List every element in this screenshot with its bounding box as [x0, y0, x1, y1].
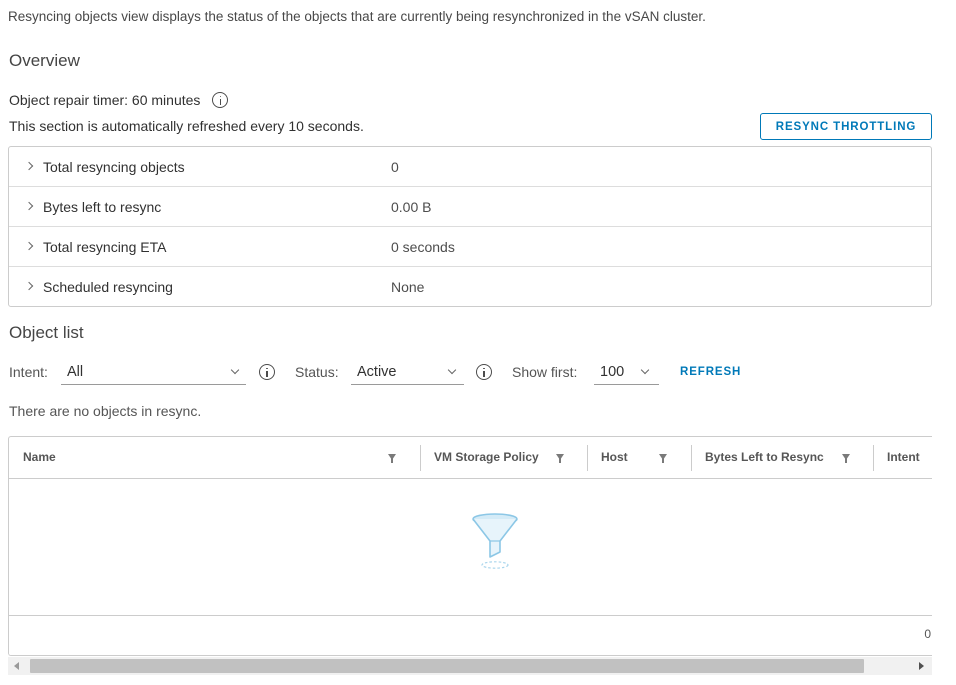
intent-select[interactable]: All [61, 361, 246, 385]
column-title: Host [601, 450, 628, 464]
status-info[interactable] [476, 364, 492, 383]
column-name[interactable]: Name [9, 437, 421, 479]
column-filter-icon[interactable] [659, 454, 667, 463]
column-title: Name [23, 450, 56, 464]
refresh-link[interactable]: REFRESH [680, 366, 741, 378]
show-first-select[interactable]: 100 [594, 361, 659, 385]
resync-summary-table: Total resyncing objects 0 Bytes left to … [8, 146, 932, 307]
status-label: Status: [295, 364, 339, 380]
status-select[interactable]: Active [351, 361, 464, 385]
summary-label: Total resyncing objects [43, 158, 185, 175]
chevron-right-icon[interactable] [24, 281, 34, 291]
summary-value: 0 seconds [391, 238, 455, 255]
repair-timer-text: Object repair timer: 60 minutes [9, 92, 201, 108]
status-value: Active [357, 364, 397, 380]
column-title: VM Storage Policy [434, 450, 539, 464]
info-icon[interactable] [212, 92, 229, 108]
info-icon[interactable] [259, 364, 275, 380]
object-list-filters: Intent: All Status: Active Show first: 1… [9, 361, 769, 385]
empty-message: There are no objects in resync. [9, 403, 202, 419]
column-filter-icon[interactable] [556, 454, 564, 463]
chevron-right-icon[interactable] [24, 241, 34, 251]
show-first-label: Show first: [512, 364, 578, 380]
intent-info[interactable] [259, 364, 275, 383]
grid-header: Name VM Storage Policy Host Bytes Left t… [9, 437, 932, 479]
resync-throttling-button[interactable]: RESYNC THROTTLING [760, 113, 932, 140]
horizontal-scrollbar[interactable] [8, 657, 932, 675]
summary-row-eta[interactable]: Total resyncing ETA 0 seconds [9, 227, 931, 267]
view-description: Resyncing objects view displays the stat… [8, 9, 706, 24]
repair-timer-row: Object repair timer: 60 minutes [9, 92, 229, 108]
column-title: Bytes Left to Resync [705, 450, 824, 464]
summary-value: None [391, 279, 425, 295]
intent-value: All [67, 364, 84, 380]
summary-label: Bytes left to resync [43, 198, 162, 215]
chevron-right-icon[interactable] [24, 201, 34, 211]
column-host[interactable]: Host [588, 437, 692, 479]
filter-funnel-icon [469, 511, 521, 574]
summary-row-total-objects[interactable]: Total resyncing objects 0 [9, 147, 931, 187]
scroll-left-icon[interactable] [14, 662, 19, 670]
grid-footer: 0 [9, 615, 932, 655]
column-intent[interactable]: Intent [874, 437, 932, 479]
summary-row-bytes-left[interactable]: Bytes left to resync 0.00 B [9, 187, 931, 227]
overview-heading: Overview [9, 51, 80, 70]
show-first-value: 100 [600, 364, 625, 380]
summary-value: 0 [391, 158, 399, 175]
chevron-right-icon[interactable] [24, 161, 34, 171]
summary-value: 0.00 B [391, 198, 432, 215]
summary-label: Scheduled resyncing [43, 279, 173, 295]
column-vm-storage-policy[interactable]: VM Storage Policy [421, 437, 588, 479]
scrollbar-thumb[interactable] [30, 659, 864, 673]
intent-label: Intent: [9, 364, 48, 380]
column-title: Intent [887, 450, 920, 464]
chevron-down-icon [640, 365, 650, 375]
auto-refresh-note: This section is automatically refreshed … [9, 118, 364, 134]
chevron-down-icon [230, 365, 240, 375]
column-filter-icon[interactable] [388, 454, 396, 463]
objects-datagrid: Name VM Storage Policy Host Bytes Left t… [8, 436, 932, 656]
summary-label: Total resyncing ETA [43, 238, 167, 255]
column-filter-icon[interactable] [842, 454, 850, 463]
summary-row-scheduled[interactable]: Scheduled resyncing None [9, 267, 931, 307]
info-icon[interactable] [476, 364, 492, 380]
column-bytes-left[interactable]: Bytes Left to Resync [692, 437, 874, 479]
object-list-heading: Object list [9, 323, 84, 342]
scroll-right-icon[interactable] [919, 662, 924, 670]
item-count: 0 [924, 627, 931, 641]
chevron-down-icon [447, 365, 457, 375]
